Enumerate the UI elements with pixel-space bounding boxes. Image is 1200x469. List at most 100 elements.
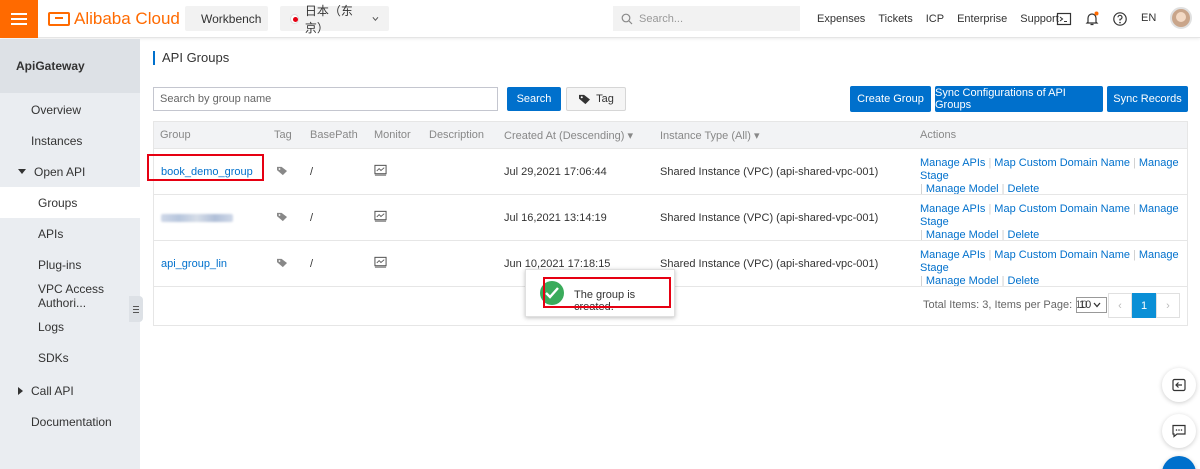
sidebar-item-overview[interactable]: Overview [0,94,140,125]
sidebar-item-label: Call API [31,383,74,398]
sidebar-collapse-toggle[interactable] [129,296,143,322]
caret-right-icon [18,386,23,395]
sidebar-item-label: VPC Access Authori... [38,281,105,310]
tag-icon [579,94,591,104]
manage-apis-link[interactable]: Manage APIs [920,157,985,169]
create-group-button[interactable]: Create Group [850,86,931,112]
sidebar-item-sdks[interactable]: SDKs [0,342,140,373]
table-row: / Jul 16,2021 13:14:19 Shared Instance (… [154,194,1187,241]
sync-records-button[interactable]: Sync Records [1107,86,1188,112]
icp-link[interactable]: ICP [926,13,944,25]
logo-mark-icon [48,12,70,26]
sidebar-item-logs[interactable]: Logs [0,311,140,342]
page-1-button[interactable]: 1 [1132,293,1156,318]
group-name-link[interactable]: api_group_lin [161,258,227,270]
sidebar-product-title: ApiGateway [0,39,140,93]
sidebar-item-label: Plug-ins [38,257,82,272]
table-header: Group Tag BasePath Monitor Description C… [154,122,1187,148]
language-switcher[interactable]: EN [1141,12,1156,24]
tag-icon[interactable] [276,258,288,268]
column-basepath: BasePath [310,129,358,141]
global-search-placeholder: Search... [639,12,684,25]
sync-configurations-button[interactable]: Sync Configurations of API Groups [935,86,1103,112]
group-search-input[interactable]: Search by group name [153,87,498,111]
sidebar-item-groups[interactable]: Groups [0,187,140,218]
chat-button[interactable] [1162,414,1196,448]
workbench-button[interactable]: Workbench [185,6,268,31]
instance-type-value: Shared Instance (VPC) (api-shared-vpc-00… [660,166,879,178]
chevron-down-icon [372,16,379,21]
column-tag: Tag [274,129,292,141]
map-custom-domain-link[interactable]: Map Custom Domain Name [994,249,1130,261]
sidebar-item-label: Groups [38,195,78,210]
sidebar-item-vpc-access[interactable]: VPC Access Authori... [0,280,140,311]
sidebar-item-label: APIs [38,226,64,241]
sidebar-item-documentation[interactable]: Documentation [0,406,140,437]
next-page-button[interactable]: › [1156,293,1180,318]
tag-button-label: Tag [596,93,614,105]
instance-type-value: Shared Instance (VPC) (api-shared-vpc-00… [660,212,879,224]
basepath-value: / [310,166,314,178]
map-custom-domain-link[interactable]: Map Custom Domain Name [994,203,1130,215]
exit-icon [1172,378,1186,392]
workbench-label: Workbench [201,11,262,26]
row-actions: Manage APIs | Map Custom Domain Name | Manag… [920,203,1179,241]
caret-down-icon [18,169,26,174]
row-actions: Manage APIs | Map Custom Domain Name | Manag… [920,249,1179,287]
chat-icon [1172,424,1186,438]
column-description: Description [429,129,485,141]
japan-flag-icon [290,13,299,24]
highlight-box [147,154,264,181]
region-selector[interactable]: 日本（东京） [280,4,389,35]
redacted-group-name-link[interactable] [161,214,233,222]
top-links: Expenses Tickets ICP Enterprise Support [817,0,1059,38]
column-created-at[interactable]: Created At (Descending) ▾ [504,129,633,142]
column-instance-type-label: Instance Type (All) [660,130,751,142]
exit-panel-button[interactable] [1162,368,1196,402]
sidebar-item-open-api[interactable]: Open API [0,156,140,187]
tag-filter-button[interactable]: Tag [566,87,626,111]
sidebar-item-label: Documentation [31,414,112,429]
assistant-button[interactable] [1162,456,1196,469]
top-navbar: Alibaba Cloud Workbench 日本（东京） Search...… [0,0,1200,38]
map-custom-domain-link[interactable]: Map Custom Domain Name [994,157,1130,169]
user-avatar[interactable] [1170,7,1192,29]
manage-apis-link[interactable]: Manage APIs [920,249,985,261]
alibaba-cloud-logo[interactable]: Alibaba Cloud [48,8,180,30]
sidebar-item-apis[interactable]: APIs [0,218,140,249]
search-button[interactable]: Search [507,87,561,111]
terminal-icon[interactable] [1056,11,1072,27]
sidebar-item-label: Overview [31,102,82,117]
tag-icon[interactable] [276,212,288,222]
help-icon[interactable] [1112,11,1128,27]
global-search-input[interactable]: Search... [613,6,800,31]
page-size-value: 10 [1079,299,1092,311]
monitor-chart-icon[interactable] [374,256,387,268]
highlight-box [543,277,671,308]
tag-icon[interactable] [276,166,288,176]
column-actions: Actions [920,129,957,141]
monitor-chart-icon[interactable] [374,210,387,222]
support-link[interactable]: Support [1020,13,1059,25]
enterprise-link[interactable]: Enterprise [957,13,1007,25]
row-actions: Manage APIs | Map Custom Domain Name | Manag… [920,157,1179,195]
hamburger-menu-icon[interactable] [0,0,38,38]
basepath-value: / [310,212,314,224]
page-size-select[interactable]: 10 [1076,297,1107,313]
column-group: Group [160,129,191,141]
expenses-link[interactable]: Expenses [817,13,865,25]
created-at-value: Jul 16,2021 13:14:19 [504,212,607,224]
column-instance-type[interactable]: Instance Type (All) ▾ [660,129,759,142]
sidebar-item-instances[interactable]: Instances [0,125,140,156]
prev-page-button[interactable]: ‹ [1108,293,1132,318]
tickets-link[interactable]: Tickets [878,13,912,25]
sidebar-item-call-api[interactable]: Call API [0,375,140,406]
sidebar-item-label: Logs [38,319,65,334]
bell-icon[interactable] [1084,11,1100,27]
brand-name: Alibaba Cloud [74,9,180,28]
manage-apis-link[interactable]: Manage APIs [920,203,985,215]
sidebar-item-label: Open API [34,164,86,179]
monitor-chart-icon[interactable] [374,164,387,176]
page-title: API Groups [153,51,229,65]
sidebar-item-plugins[interactable]: Plug-ins [0,249,140,280]
